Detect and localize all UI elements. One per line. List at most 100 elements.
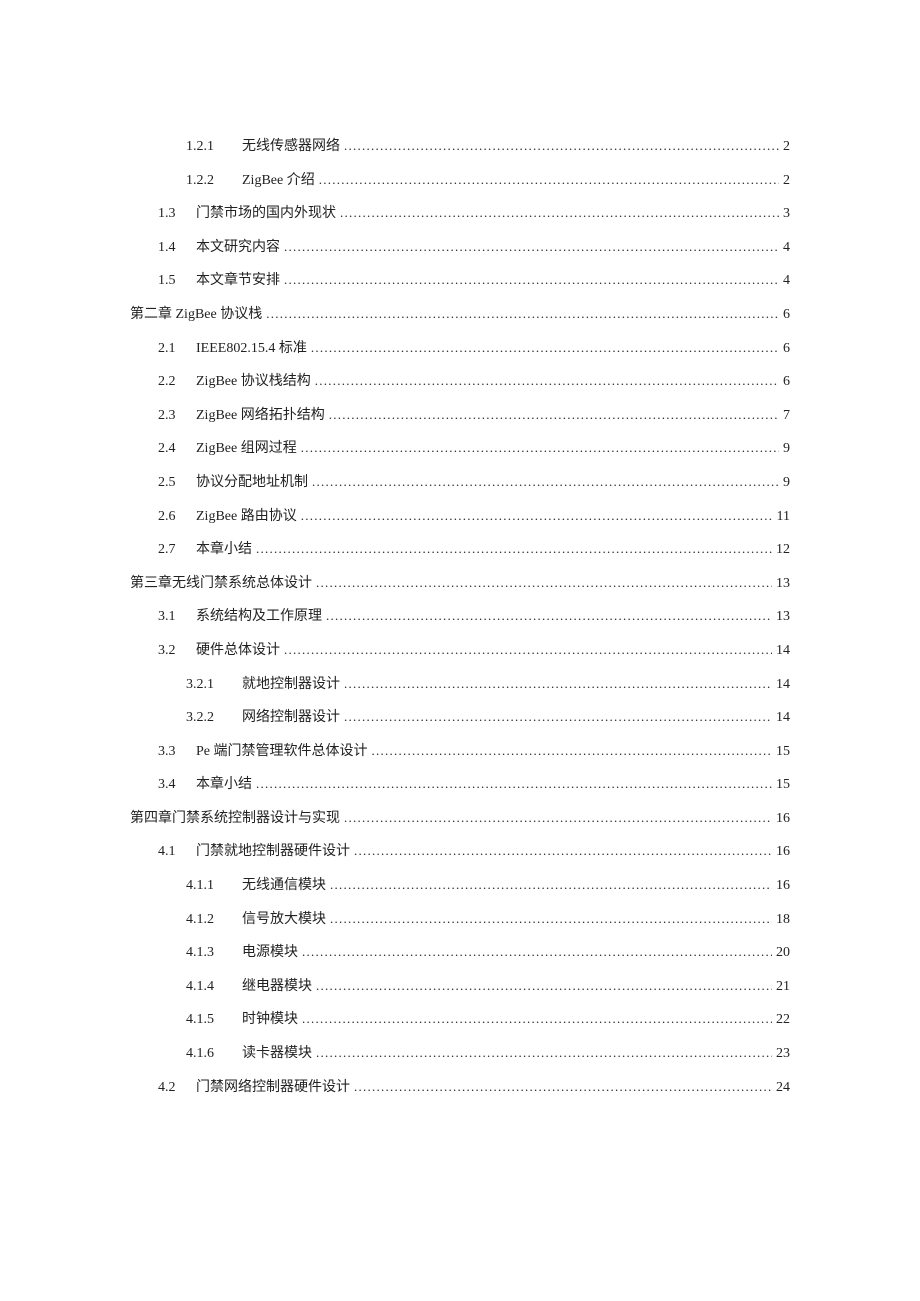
toc-entry: 3.4本章小结15: [130, 768, 790, 802]
toc-entry-number: 3.3: [158, 735, 196, 769]
toc-entry: 4.1.4继电器模块 21: [130, 970, 790, 1004]
toc-entry: 2.7本章小结 12: [130, 533, 790, 567]
toc-entry-label: 门禁网络控制器硬件设计: [196, 1071, 354, 1105]
toc-entry-number: 2.7: [158, 533, 196, 567]
toc-entry: 3.1系统结构及工作原理13: [130, 600, 790, 634]
toc-entry-label: 第二章 ZigBee 协议栈: [130, 298, 266, 332]
toc-entry-label: 门禁就地控制器硬件设计: [196, 835, 354, 869]
toc-entry-page: 11: [773, 500, 790, 534]
toc-entry: 3.2.1就地控制器设计 14: [130, 668, 790, 702]
toc-entry-page: 9: [779, 432, 790, 466]
toc-entry-number: 1.2.1: [186, 130, 242, 164]
toc-entry-page: 15: [772, 735, 790, 769]
toc-leader-dots: [329, 399, 779, 433]
toc-entry-page: 2: [779, 164, 790, 198]
toc-leader-dots: [301, 500, 773, 534]
toc-entry: 4.1门禁就地控制器硬件设计16: [130, 835, 790, 869]
toc-leader-dots: [340, 197, 779, 231]
toc-leader-dots: [344, 130, 779, 164]
toc-entry-label: 本文研究内容: [196, 231, 284, 265]
toc-entry-page: 12: [772, 533, 790, 567]
toc-entry: 2.4ZigBee 组网过程9: [130, 432, 790, 466]
toc-entry-label: 信号放大模块: [242, 903, 330, 937]
toc-leader-dots: [284, 231, 779, 265]
toc-entry-page: 4: [779, 231, 790, 265]
toc-entry: 3.2.2网络控制器设计14: [130, 701, 790, 735]
toc-entry: 1.2.1无线传感器网络2: [130, 130, 790, 164]
toc-entry-page: 16: [772, 835, 790, 869]
toc-leader-dots: [354, 1071, 772, 1105]
toc-entry-number: 2.1: [158, 332, 196, 366]
toc-entry-page: 6: [779, 332, 790, 366]
toc-entry-number: 2.2: [158, 365, 196, 399]
toc-entry-number: 2.4: [158, 432, 196, 466]
toc-leader-dots: [330, 903, 772, 937]
toc-leader-dots: [284, 634, 772, 668]
toc-leader-dots: [315, 365, 779, 399]
toc-entry-page: 16: [772, 869, 790, 903]
toc-leader-dots: [312, 466, 779, 500]
toc-entry: 1.3门禁市场的国内外现状3: [130, 197, 790, 231]
toc-entry-page: 20: [772, 936, 790, 970]
toc-entry-label: 本章小结: [196, 533, 256, 567]
toc-entry-number: 3.4: [158, 768, 196, 802]
toc-leader-dots: [344, 802, 772, 836]
toc-entry: 第四章门禁系统控制器设计与实现16: [130, 802, 790, 836]
toc-entry-page: 13: [772, 567, 790, 601]
toc-entry-label: ZigBee 网络拓扑结构: [196, 399, 329, 433]
toc-entry-number: 3.2.2: [186, 701, 242, 735]
toc-entry: 2.6ZigBee 路由协议11: [130, 500, 790, 534]
toc-entry-label: 时钟模块: [242, 1003, 302, 1037]
toc-leader-dots: [344, 701, 772, 735]
toc-leader-dots: [284, 264, 779, 298]
toc-entry-number: 1.3: [158, 197, 196, 231]
toc-leader-dots: [301, 432, 779, 466]
toc-entry-label: Pe 端门禁管理软件总体设计: [196, 735, 372, 769]
toc-entry-page: 23: [772, 1037, 790, 1071]
toc-entry-label: 就地控制器设计: [242, 668, 344, 702]
toc-entry-page: 13: [772, 600, 790, 634]
toc-entry-number: 1.2.2: [186, 164, 242, 198]
toc-entry-label: 门禁市场的国内外现状: [196, 197, 340, 231]
toc-entry-number: 4.1.3: [186, 936, 242, 970]
toc-entry-number: 4.1.5: [186, 1003, 242, 1037]
toc-entry-page: 24: [772, 1071, 790, 1105]
toc-entry-page: 14: [772, 634, 790, 668]
toc-entry: 4.1.6读卡器模块23: [130, 1037, 790, 1071]
toc-entry: 4.1.3电源模块 20: [130, 936, 790, 970]
toc-entry-number: 3.2.1: [186, 668, 242, 702]
toc-entry-page: 14: [772, 668, 790, 702]
toc-entry-label: 电源模块: [242, 936, 302, 970]
toc-entry: 3.2硬件总体设计14: [130, 634, 790, 668]
toc-entry: 3.3Pe 端门禁管理软件总体设计 15: [130, 735, 790, 769]
toc-leader-dots: [256, 533, 772, 567]
toc-entry-page: 4: [779, 264, 790, 298]
toc-entry-page: 7: [779, 399, 790, 433]
toc-entry-label: 系统结构及工作原理: [196, 600, 326, 634]
toc-leader-dots: [311, 332, 779, 366]
toc-entry-number: 4.1.4: [186, 970, 242, 1004]
toc-leader-dots: [344, 668, 772, 702]
toc-entry-page: 18: [772, 903, 790, 937]
toc-entry-label: 本文章节安排: [196, 264, 284, 298]
toc-entry: 第三章无线门禁系统总体设计13: [130, 567, 790, 601]
toc-leader-dots: [302, 936, 772, 970]
toc-entry-label: ZigBee 介绍: [242, 164, 319, 198]
toc-leader-dots: [302, 1003, 772, 1037]
toc-entry-page: 6: [779, 298, 790, 332]
toc-entry-label: 继电器模块: [242, 970, 316, 1004]
toc-leader-dots: [326, 600, 772, 634]
toc-entry: 2.3ZigBee 网络拓扑结构7: [130, 399, 790, 433]
toc-entry: 1.4本文研究内容4: [130, 231, 790, 265]
toc-entry-page: 2: [779, 130, 790, 164]
toc-entry-number: 4.1.2: [186, 903, 242, 937]
toc-entry: 第二章 ZigBee 协议栈 6: [130, 298, 790, 332]
toc-entry-page: 22: [772, 1003, 790, 1037]
toc-entry-number: 4.1.6: [186, 1037, 242, 1071]
toc-entry-label: 网络控制器设计: [242, 701, 344, 735]
toc-entry-page: 21: [772, 970, 790, 1004]
toc-leader-dots: [330, 869, 772, 903]
toc-entry-label: 无线通信模块: [242, 869, 330, 903]
toc-entry: 2.2ZigBee 协议栈结构6: [130, 365, 790, 399]
toc-entry: 4.1.2信号放大模块 18: [130, 903, 790, 937]
